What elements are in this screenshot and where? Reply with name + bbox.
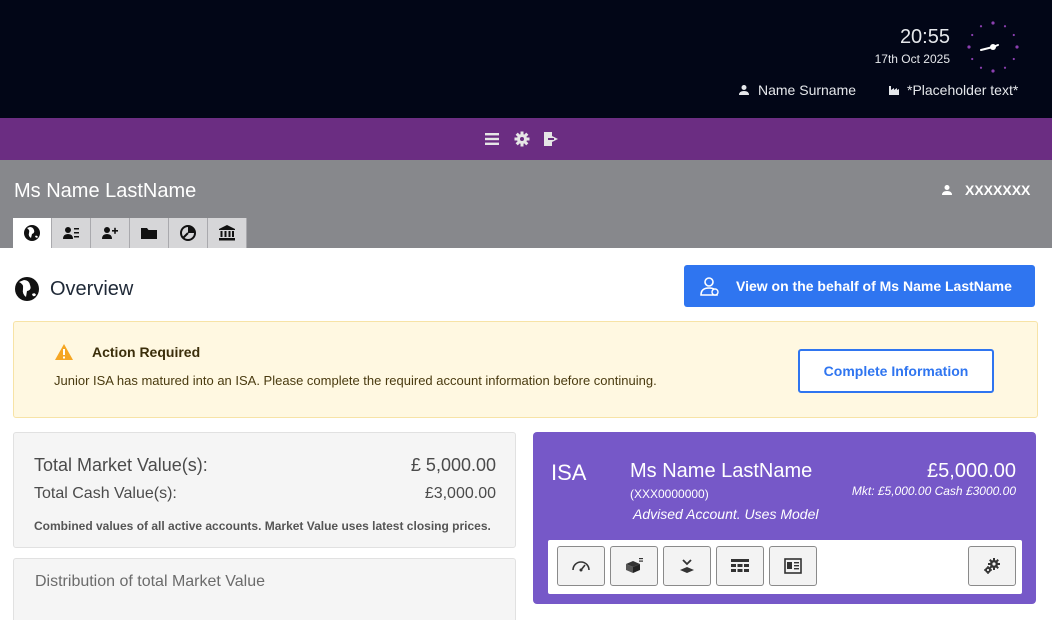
org-name: *Placeholder text* bbox=[907, 82, 1019, 98]
distribution-card: Distribution of total Market Value bbox=[13, 558, 516, 620]
tab-accounts[interactable] bbox=[208, 218, 247, 248]
alert-title: Action Required bbox=[92, 344, 201, 360]
user-name: Name Surname bbox=[758, 82, 857, 98]
clock-tick bbox=[979, 66, 983, 69]
account-description: Advised Account. Uses Model bbox=[633, 506, 819, 522]
holdings-box-icon bbox=[626, 558, 643, 573]
client-id-value: XXXXXXX bbox=[965, 182, 1031, 198]
account-settings-button[interactable] bbox=[968, 546, 1016, 586]
warning-icon bbox=[55, 344, 73, 360]
logout-icon[interactable] bbox=[543, 131, 559, 147]
clock-tick bbox=[971, 57, 974, 61]
current-user[interactable]: Name Surname bbox=[738, 80, 856, 100]
user-icon bbox=[739, 85, 749, 95]
add-client-icon bbox=[102, 227, 118, 239]
client-id: XXXXXXX bbox=[941, 182, 1030, 198]
clock-tick bbox=[991, 69, 995, 73]
account-value-breakdown: Mkt: £5,000.00 Cash £3000.00 bbox=[851, 484, 1016, 498]
total-market-value: £ 5,000.00 bbox=[410, 455, 496, 475]
tab-client-list[interactable] bbox=[52, 218, 91, 248]
holdings-button[interactable] bbox=[610, 546, 658, 586]
performance-button[interactable] bbox=[557, 546, 605, 586]
clock-time: 20:55 bbox=[899, 26, 950, 48]
globe-icon bbox=[15, 277, 39, 301]
menu-icon[interactable] bbox=[484, 131, 500, 147]
totals-note: Combined values of all active accounts. … bbox=[34, 519, 491, 533]
clock-tick bbox=[1012, 33, 1015, 37]
complete-information-button[interactable]: Complete Information bbox=[798, 349, 994, 393]
clock-tick bbox=[971, 33, 974, 37]
clock-tick bbox=[979, 25, 983, 28]
tab-overview[interactable] bbox=[13, 218, 52, 248]
speedometer-icon bbox=[572, 561, 590, 572]
download-icon bbox=[680, 559, 694, 573]
total-market-label: Total Market Value(s): bbox=[34, 455, 208, 475]
tab-documents[interactable] bbox=[130, 218, 169, 248]
clock-date: 17th Oct 2025 bbox=[874, 52, 950, 66]
view-on-behalf-label: View on the behalf of Ms Name LastName bbox=[736, 278, 1012, 294]
globe-icon bbox=[24, 225, 40, 241]
table-icon bbox=[731, 559, 749, 572]
clock-tick bbox=[967, 45, 971, 49]
isa-account-card[interactable]: ISA Ms Name LastName (XXX0000000) Advise… bbox=[533, 432, 1036, 604]
view-on-behalf-button[interactable]: View on the behalf of Ms Name LastName bbox=[684, 265, 1035, 307]
account-reference: (XXX0000000) bbox=[630, 487, 709, 501]
alert-message: Junior ISA has matured into an ISA. Plea… bbox=[54, 373, 657, 388]
clock-tick bbox=[1003, 66, 1007, 69]
statement-button[interactable] bbox=[769, 546, 817, 586]
total-cash-value: £3,000.00 bbox=[424, 485, 496, 502]
client-tabs bbox=[13, 218, 247, 248]
statement-icon bbox=[784, 558, 802, 574]
alert-header: Action Required bbox=[54, 343, 200, 361]
account-holder: Ms Name LastName bbox=[630, 460, 813, 482]
tab-allocation[interactable] bbox=[169, 218, 208, 248]
current-org[interactable]: *Placeholder text* bbox=[888, 80, 1018, 100]
account-value: £5,000.00 bbox=[927, 460, 1016, 482]
overview-heading: Overview bbox=[14, 276, 133, 302]
action-required-alert: Action Required Junior ISA has matured i… bbox=[13, 321, 1038, 418]
transactions-table-button[interactable] bbox=[716, 546, 764, 586]
settings-icon bbox=[984, 558, 1000, 574]
user-switch-icon bbox=[700, 277, 719, 296]
folder-icon bbox=[141, 228, 157, 239]
client-name: Ms Name LastName bbox=[14, 180, 197, 202]
account-type: ISA bbox=[551, 460, 587, 485]
user-icon bbox=[942, 185, 952, 195]
analog-clock-icon bbox=[967, 21, 1019, 73]
clock-tick bbox=[1003, 25, 1007, 28]
distribution-title: Distribution of total Market Value bbox=[35, 573, 266, 590]
client-header: Ms Name LastName XXXXXXX bbox=[0, 160, 1052, 248]
clock-tick bbox=[1012, 57, 1015, 61]
download-button[interactable] bbox=[663, 546, 711, 586]
pie-chart-icon bbox=[180, 225, 196, 241]
tab-add-client[interactable] bbox=[91, 218, 130, 248]
main-nav bbox=[0, 118, 1052, 160]
clock-tick bbox=[1015, 45, 1019, 49]
top-header: 20:55 17th Oct 2025 Name Surname *Placeh… bbox=[0, 0, 1052, 118]
bank-icon bbox=[219, 225, 235, 241]
totals-card: Total Market Value(s): £ 5,000.00 Total … bbox=[13, 432, 516, 548]
page-title: Overview bbox=[50, 277, 134, 300]
client-list-icon bbox=[63, 227, 79, 239]
gear-icon[interactable] bbox=[514, 131, 530, 147]
account-toolbar bbox=[548, 540, 1022, 594]
building-icon bbox=[889, 86, 899, 95]
total-cash-label: Total Cash Value(s): bbox=[34, 485, 177, 502]
clock-tick bbox=[991, 21, 995, 25]
